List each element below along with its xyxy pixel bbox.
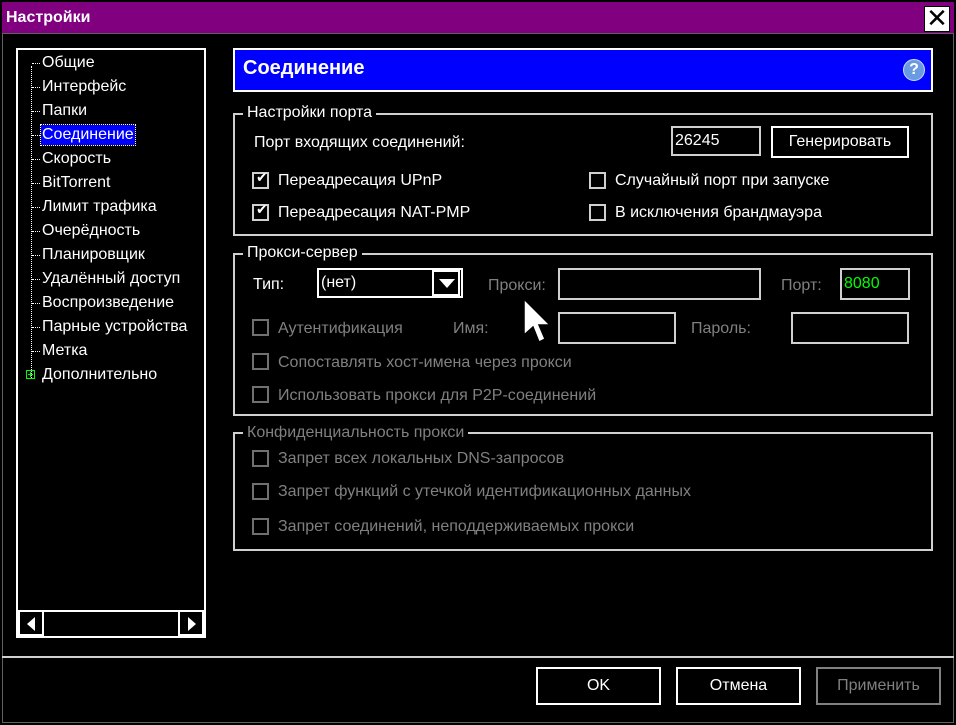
scroll-left-button[interactable] bbox=[18, 610, 44, 636]
help-icon[interactable]: ? bbox=[903, 59, 925, 81]
arrow-left-icon bbox=[27, 617, 35, 631]
checkmark-icon: ✔ bbox=[256, 202, 268, 218]
tree-item[interactable]: Соединение bbox=[40, 124, 136, 146]
port-settings-legend: Настройки порта bbox=[243, 104, 377, 122]
tree-connector bbox=[32, 87, 40, 88]
mouse-cursor-icon bbox=[523, 297, 552, 344]
p2p-proxy-label: Использовать прокси для P2P-соединений bbox=[278, 387, 597, 404]
upnp-label: Переадресация UPnP bbox=[278, 172, 443, 189]
unsupported-checkbox[interactable] bbox=[252, 518, 269, 535]
tree-connector bbox=[32, 183, 40, 184]
tree-item[interactable]: Парные устройства bbox=[42, 317, 187, 337]
resolve-hostnames-label: Сопоставлять хост-имена через прокси bbox=[278, 354, 572, 371]
tree-item[interactable]: Дополнительно bbox=[42, 365, 157, 385]
dns-checkbox[interactable] bbox=[252, 450, 269, 467]
password-input[interactable] bbox=[791, 312, 909, 344]
arrow-right-icon bbox=[188, 617, 196, 631]
dns-label: Запрет всех локальных DNS-запросов bbox=[278, 450, 565, 467]
firewall-label: В исключения брандмауэра bbox=[615, 204, 822, 221]
tree-item[interactable]: BitTorrent bbox=[42, 173, 110, 193]
leak-label: Запрет функций с утечкой идентификационн… bbox=[278, 483, 691, 500]
tree-connector bbox=[32, 63, 40, 64]
tree-item[interactable]: Общие bbox=[42, 53, 95, 73]
close-button[interactable]: ✕ bbox=[924, 4, 950, 34]
checkmark-icon: ✔ bbox=[256, 170, 268, 186]
auth-checkbox[interactable] bbox=[252, 319, 269, 336]
proxy-port-input[interactable]: 8080 bbox=[840, 268, 910, 300]
chevron-down-icon[interactable] bbox=[432, 270, 460, 296]
p2p-proxy-checkbox[interactable] bbox=[252, 386, 269, 403]
incoming-port-input[interactable]: 26245 bbox=[671, 126, 761, 156]
auth-label: Аутентификация bbox=[278, 320, 403, 337]
proxy-type-value: (нет) bbox=[321, 274, 357, 291]
proxy-legend: Прокси-сервер bbox=[243, 244, 362, 262]
random-port-label: Случайный порт при запуске bbox=[615, 172, 830, 189]
proxy-host-input[interactable] bbox=[558, 268, 761, 300]
cancel-button[interactable]: Отмена bbox=[676, 667, 801, 705]
tree-item[interactable]: Лимит трафика bbox=[42, 197, 157, 217]
unsupported-label: Запрет соединений, неподдерживаемых прок… bbox=[278, 518, 635, 535]
tree-line bbox=[31, 66, 32, 378]
tree-connector bbox=[32, 207, 40, 208]
section-header: Соединение ? bbox=[233, 48, 933, 92]
upnp-checkbox[interactable]: ✔ bbox=[252, 170, 269, 189]
tree-connector bbox=[32, 279, 40, 280]
tree-connector bbox=[32, 351, 40, 352]
tree-item[interactable]: Папки bbox=[42, 101, 87, 121]
scroll-right-button[interactable] bbox=[178, 610, 204, 636]
tree-horizontal-scrollbar[interactable] bbox=[18, 610, 204, 636]
ok-button[interactable]: OK bbox=[536, 667, 661, 705]
title-bar: Настройки ✕ bbox=[2, 2, 954, 34]
username-label: Имя: bbox=[453, 320, 489, 337]
close-icon: ✕ bbox=[926, 4, 948, 34]
expand-plus-icon[interactable] bbox=[26, 370, 35, 379]
proxy-port-label: Порт: bbox=[781, 277, 822, 294]
tree-connector bbox=[32, 231, 40, 232]
firewall-checkbox[interactable] bbox=[589, 204, 606, 221]
tree-connector bbox=[32, 135, 40, 136]
username-input[interactable] bbox=[558, 312, 676, 344]
leak-checkbox[interactable] bbox=[252, 483, 269, 500]
privacy-legend: Конфиденциальность прокси bbox=[243, 424, 469, 442]
resolve-hostnames-checkbox[interactable] bbox=[252, 353, 269, 370]
random-port-checkbox[interactable] bbox=[589, 172, 606, 189]
tree-item[interactable]: Очерёдность bbox=[42, 221, 140, 241]
proxy-type-label: Тип: bbox=[253, 276, 285, 293]
window-title: Настройки bbox=[6, 9, 91, 26]
tree-item[interactable]: Воспроизведение bbox=[42, 293, 174, 313]
tree-connector bbox=[32, 159, 40, 160]
tree-connector bbox=[32, 327, 40, 328]
tree-connector bbox=[32, 303, 40, 304]
tree-connector bbox=[32, 255, 40, 256]
tree-item[interactable]: Планировщик bbox=[42, 245, 145, 265]
tree-item[interactable]: Скорость bbox=[42, 149, 111, 169]
tree-item[interactable]: Интерфейс bbox=[42, 77, 126, 97]
natpmp-checkbox[interactable]: ✔ bbox=[252, 202, 269, 221]
natpmp-label: Переадресация NAT-PMP bbox=[278, 204, 471, 221]
section-title: Соединение bbox=[243, 57, 365, 79]
footer-divider bbox=[2, 656, 954, 658]
tree-connector bbox=[32, 111, 40, 112]
proxy-host-label: Прокси: bbox=[488, 277, 546, 294]
tree-item[interactable]: Удалённый доступ bbox=[42, 269, 180, 289]
generate-button[interactable]: Генерировать bbox=[771, 126, 909, 158]
tree-item[interactable]: Метка bbox=[42, 341, 87, 361]
apply-button[interactable]: Применить bbox=[816, 667, 941, 705]
password-label: Пароль: bbox=[691, 320, 751, 337]
incoming-port-label: Порт входящих соединений: bbox=[254, 134, 465, 151]
